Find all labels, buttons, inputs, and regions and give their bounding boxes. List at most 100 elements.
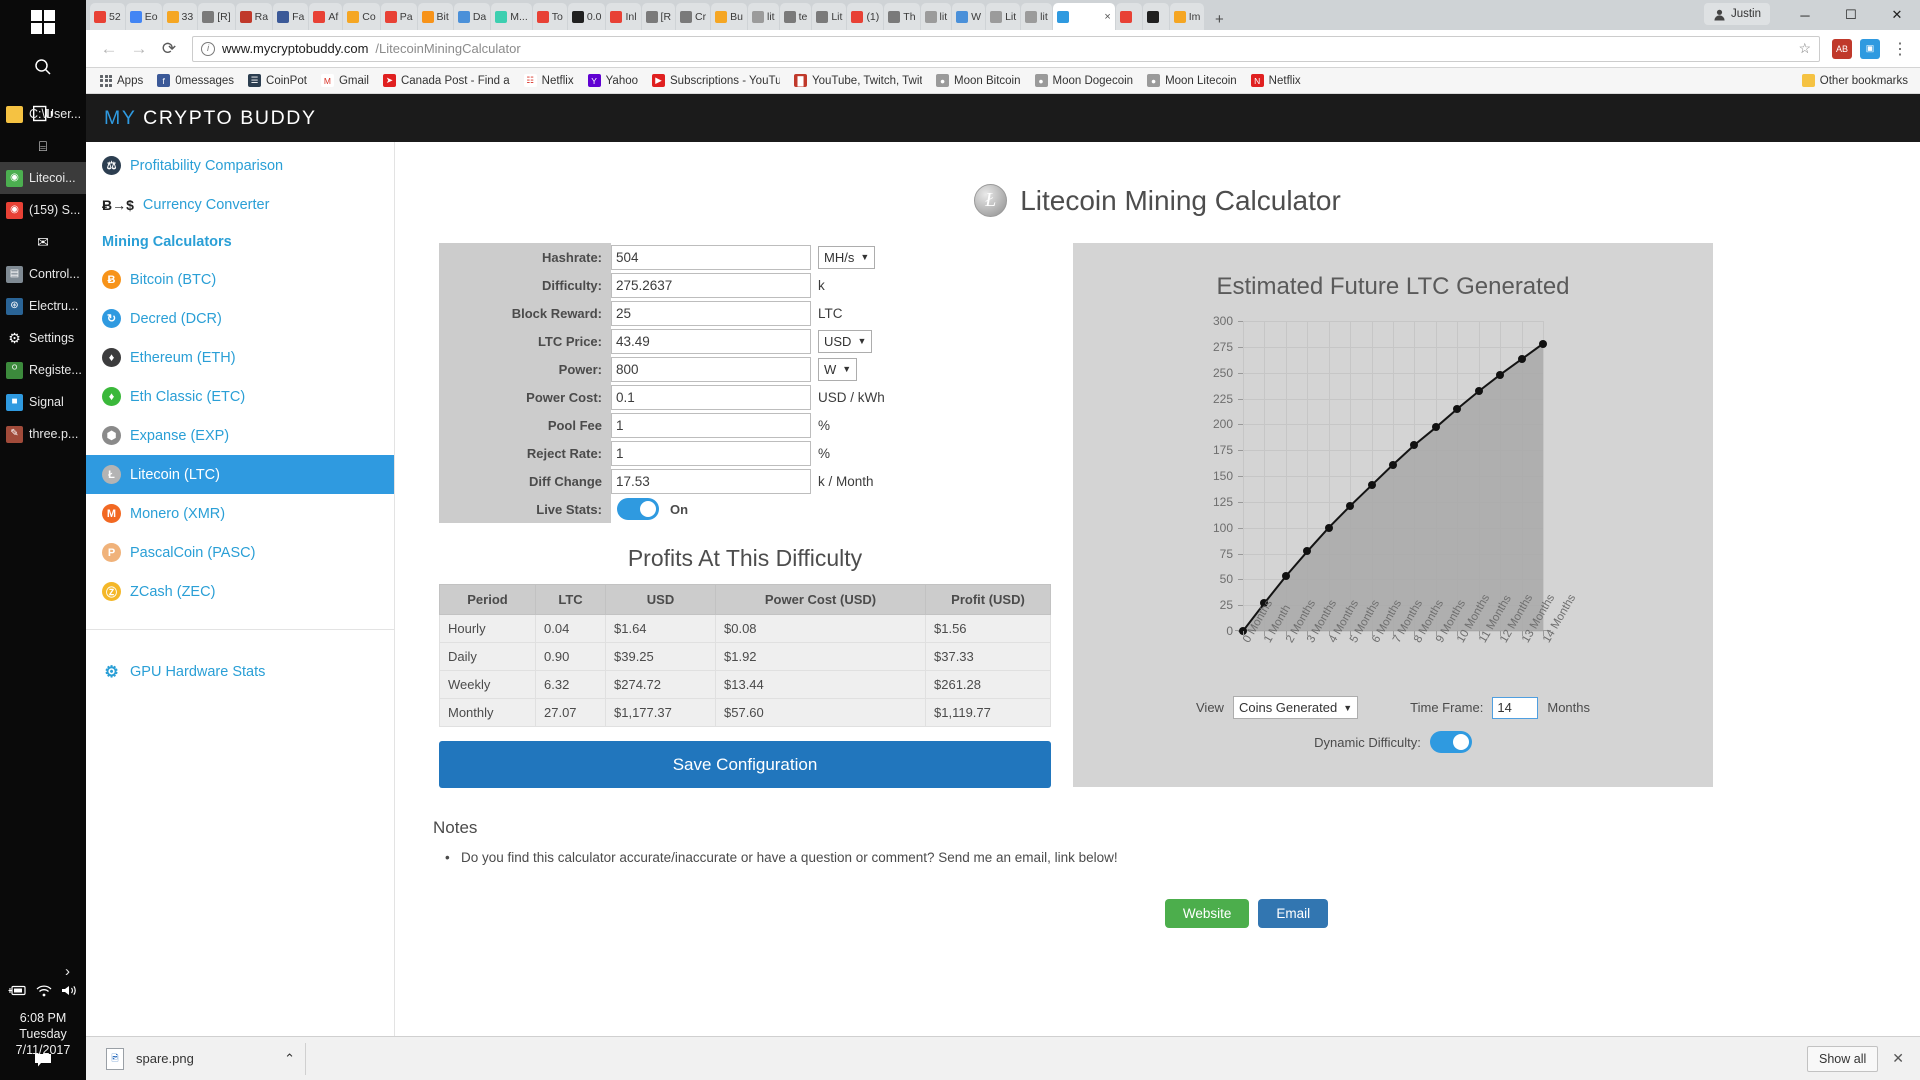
unit-select[interactable]: W ▼: [818, 357, 858, 381]
browser-tab[interactable]: 0.0: [567, 3, 606, 30]
taskbar-item[interactable]: ▤ Control...: [0, 258, 86, 290]
battery-charging-icon[interactable]: [8, 984, 28, 1000]
maximize-button[interactable]: ☐: [1828, 0, 1874, 30]
browser-tab[interactable]: Lit: [986, 3, 1021, 30]
taskbar-item[interactable]: ◉ Litecoi...: [0, 162, 86, 194]
chrome-menu-button[interactable]: ⋮: [1888, 39, 1912, 59]
browser-tab[interactable]: Th: [884, 3, 920, 30]
taskbar-item[interactable]: ᴼ Registe...: [0, 354, 86, 386]
bookmark-item[interactable]: N Netflix: [1245, 72, 1307, 89]
sidebar-item-zcash-zec-[interactable]: Ⓩ ZCash (ZEC): [86, 572, 394, 611]
other-bookmarks-button[interactable]: Other bookmarks: [1801, 74, 1912, 87]
site-info-icon[interactable]: i: [201, 41, 215, 56]
browser-tab[interactable]: Cr: [676, 3, 711, 30]
field-input[interactable]: 43.49: [611, 328, 811, 354]
browser-tab[interactable]: M...: [491, 3, 532, 30]
taskbar-item[interactable]: C:\User...: [0, 98, 86, 130]
sidebar-item-ethereum-eth-[interactable]: ♦ Ethereum (ETH): [86, 338, 394, 377]
bookmark-item[interactable]: f 0messages: [151, 72, 240, 89]
show-all-downloads-button[interactable]: Show all: [1807, 1045, 1879, 1072]
adblock-extension-icon[interactable]: AB: [1832, 38, 1852, 59]
user-profile-chip[interactable]: Justin: [1703, 3, 1770, 25]
browser-tab[interactable]: Bit: [417, 3, 453, 30]
field-input[interactable]: 800: [611, 356, 811, 382]
field-input[interactable]: 1: [611, 440, 811, 466]
wifi-icon[interactable]: [35, 984, 53, 1000]
notification-icon[interactable]: [0, 1052, 86, 1072]
bookmark-item[interactable]: ☰ CoinPot: [242, 72, 313, 89]
sidebar-item-expanse-exp-[interactable]: ⬢ Expanse (EXP): [86, 416, 394, 455]
new-tab-button[interactable]: +: [1205, 8, 1233, 30]
bookmark-item[interactable]: ● Moon Litecoin: [1141, 72, 1243, 89]
bookmark-star-icon[interactable]: ☆: [1798, 40, 1811, 57]
bookmark-item[interactable]: ☷ Netflix: [518, 72, 580, 89]
taskbar-item[interactable]: ✉: [0, 226, 86, 258]
reload-button[interactable]: ⟳: [154, 34, 184, 64]
bookmark-item[interactable]: █ YouTube, Twitch, Twit: [788, 72, 928, 89]
browser-tab[interactable]: To: [532, 3, 567, 30]
browser-tab[interactable]: Lit: [812, 3, 847, 30]
bookmark-item[interactable]: ● Moon Dogecoin: [1029, 72, 1140, 89]
puzzle-extension-icon[interactable]: ▣: [1860, 38, 1880, 59]
unit-select[interactable]: MH/s ▼: [818, 245, 876, 269]
browser-tab[interactable]: Bu: [711, 3, 747, 30]
taskbar-item[interactable]: ⊛ Electru...: [0, 290, 86, 322]
volume-icon[interactable]: [60, 984, 78, 1000]
sidebar-item-decred-dcr-[interactable]: ↻ Decred (DCR): [86, 299, 394, 338]
browser-tab[interactable]: Da: [453, 3, 491, 30]
taskbar-item[interactable]: ◉ (159) S...: [0, 194, 86, 226]
browser-tab[interactable]: Pa: [380, 3, 417, 30]
browser-tab[interactable]: ×: [1052, 3, 1115, 30]
close-button[interactable]: ✕: [1874, 0, 1920, 30]
browser-tab[interactable]: Eo: [125, 3, 162, 30]
taskbar-search-button[interactable]: [0, 44, 86, 90]
bookmark-item[interactable]: ● Moon Bitcoin: [930, 72, 1026, 89]
close-shelf-button[interactable]: ✕: [1892, 1050, 1904, 1067]
sidebar-item-litecoin-ltc-[interactable]: Ł Litecoin (LTC): [86, 455, 394, 494]
taskbar-item[interactable]: ⌸: [0, 130, 86, 162]
browser-tab[interactable]: [1115, 3, 1142, 30]
save-configuration-button[interactable]: Save Configuration: [439, 741, 1051, 788]
bookmark-item[interactable]: ➤ Canada Post - Find a: [377, 72, 516, 89]
sidebar-item-eth-classic-etc-[interactable]: ♦ Eth Classic (ETC): [86, 377, 394, 416]
email-button[interactable]: Email: [1258, 899, 1329, 928]
field-input[interactable]: 275.2637: [611, 272, 811, 298]
browser-tab[interactable]: [1142, 3, 1169, 30]
browser-tab[interactable]: Fa: [273, 3, 309, 30]
field-input[interactable]: 25: [611, 300, 811, 326]
browser-tab[interactable]: Inl: [606, 3, 641, 30]
field-input[interactable]: 1: [611, 412, 811, 438]
browser-tab[interactable]: (1): [847, 3, 884, 30]
browser-tab[interactable]: [R: [641, 3, 676, 30]
download-item[interactable]: 🖻 spare.png ⌃: [96, 1042, 306, 1075]
bookmark-item[interactable]: Apps: [94, 73, 149, 89]
browser-tab[interactable]: Co: [343, 3, 380, 30]
browser-tab[interactable]: 52: [90, 3, 125, 30]
browser-tab[interactable]: Ra: [235, 3, 273, 30]
field-input[interactable]: 17.53: [611, 468, 811, 494]
browser-tab[interactable]: 33: [162, 3, 198, 30]
start-button[interactable]: [0, 0, 86, 44]
dynamic-difficulty-toggle[interactable]: [1429, 731, 1472, 753]
sidebar-item-profitability-comparison[interactable]: ⚖ Profitability Comparison: [86, 146, 394, 185]
browser-tab[interactable]: lit: [747, 3, 779, 30]
sidebar-item-gpu-hardware-stats[interactable]: ⚙ GPU Hardware Stats: [86, 652, 394, 691]
browser-tab[interactable]: lit: [1021, 3, 1052, 30]
unit-select[interactable]: USD ▼: [818, 329, 873, 353]
bookmark-item[interactable]: M Gmail: [315, 72, 375, 89]
forward-button[interactable]: →: [124, 34, 154, 64]
sidebar-item-pascalcoin-pasc-[interactable]: P PascalCoin (PASC): [86, 533, 394, 572]
sidebar-item-currency-converter[interactable]: Ƀ→$ Currency Converter: [86, 185, 394, 224]
browser-tab[interactable]: Af: [309, 3, 343, 30]
tab-close-icon[interactable]: ×: [1104, 11, 1110, 23]
bookmark-item[interactable]: ▶ Subscriptions - YouTu: [646, 72, 786, 89]
field-input[interactable]: 0.1: [611, 384, 811, 410]
browser-tab[interactable]: Im: [1169, 3, 1205, 30]
taskbar-item[interactable]: ⚙ Settings: [0, 322, 86, 354]
taskbar-item[interactable]: ✎ three.p...: [0, 418, 86, 450]
field-input[interactable]: 504: [611, 244, 811, 270]
website-button[interactable]: Website: [1164, 899, 1250, 928]
view-select[interactable]: Coins Generated ▼: [1232, 696, 1359, 719]
browser-tab[interactable]: [R]: [198, 3, 235, 30]
download-menu-button[interactable]: ⌃: [284, 1051, 295, 1067]
